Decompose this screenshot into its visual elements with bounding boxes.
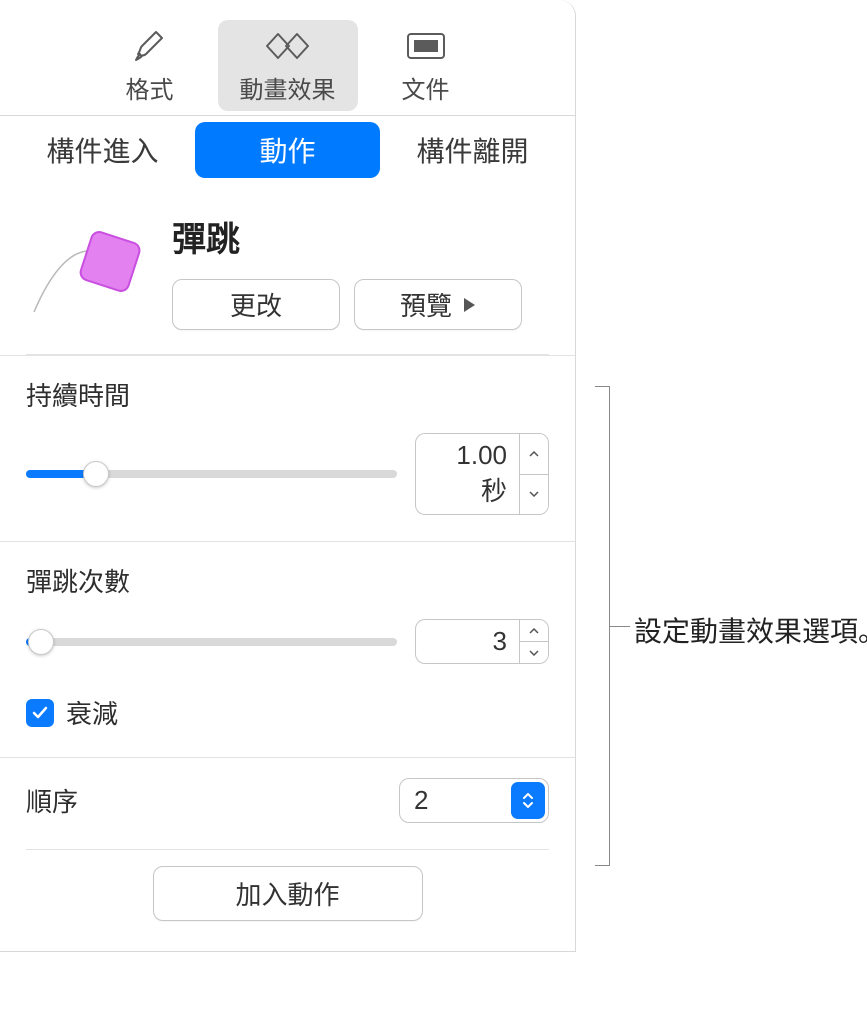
preview-label: 預覽: [400, 286, 452, 323]
order-select[interactable]: 2: [399, 778, 549, 823]
tab-animate[interactable]: 動畫效果: [218, 20, 358, 111]
decay-label: 衰減: [66, 694, 118, 731]
bounces-label: 彈跳次數: [26, 562, 549, 599]
tab-document[interactable]: 文件: [380, 20, 472, 111]
sub-tab-bar: 構件進入 動作 構件離開: [0, 116, 575, 184]
bounces-step-down[interactable]: [520, 642, 548, 663]
select-arrows-icon: [511, 782, 545, 819]
duration-stepper[interactable]: 1.00 秒: [415, 433, 549, 515]
order-value: 2: [400, 779, 508, 822]
bounces-step-up[interactable]: [520, 620, 548, 642]
bounce-effect-icon: [24, 212, 154, 322]
bounces-section: 彈跳次數 3 衰減: [0, 541, 575, 757]
duration-section: 持續時間 1.00 秒: [0, 355, 575, 541]
duration-label: 持續時間: [26, 376, 549, 413]
subtab-action[interactable]: 動作: [195, 122, 380, 178]
order-section: 順序 2: [0, 757, 575, 849]
subtab-build-in[interactable]: 構件進入: [10, 122, 195, 178]
tab-format-label: 格式: [126, 70, 174, 105]
tab-document-label: 文件: [402, 70, 450, 105]
tab-format[interactable]: 格式: [104, 20, 196, 111]
preview-button[interactable]: 預覽: [354, 279, 522, 330]
bounces-value[interactable]: 3: [415, 619, 519, 664]
effect-info: 彈跳 更改 預覽: [172, 212, 551, 330]
effect-header: 彈跳 更改 預覽: [0, 184, 575, 354]
duration-slider[interactable]: [26, 470, 397, 478]
callout-line: [610, 626, 630, 627]
duration-value[interactable]: 1.00 秒: [415, 433, 519, 515]
document-icon: [404, 28, 448, 64]
play-icon: [462, 289, 476, 320]
add-action-button[interactable]: 加入動作: [153, 866, 423, 921]
callout-text: 設定動畫效果選項。: [634, 610, 867, 650]
decay-checkbox[interactable]: [26, 699, 54, 727]
subtab-build-out[interactable]: 構件離開: [380, 122, 565, 178]
callout-bracket: [576, 386, 610, 866]
bounces-stepper[interactable]: 3: [415, 619, 549, 664]
effect-title: 彈跳: [172, 212, 551, 261]
inspector-panel: 格式 動畫效果 文件 構件進入 動作 構件離開: [0, 0, 576, 952]
change-button[interactable]: 更改: [172, 279, 340, 330]
bounces-slider[interactable]: [26, 638, 397, 646]
paintbrush-icon: [132, 28, 168, 64]
top-tab-bar: 格式 動畫效果 文件: [0, 0, 575, 116]
tab-animate-label: 動畫效果: [240, 70, 336, 105]
diamonds-icon: [261, 28, 315, 64]
order-label: 順序: [26, 782, 78, 819]
duration-step-up[interactable]: [520, 434, 548, 475]
duration-step-down[interactable]: [520, 475, 548, 515]
